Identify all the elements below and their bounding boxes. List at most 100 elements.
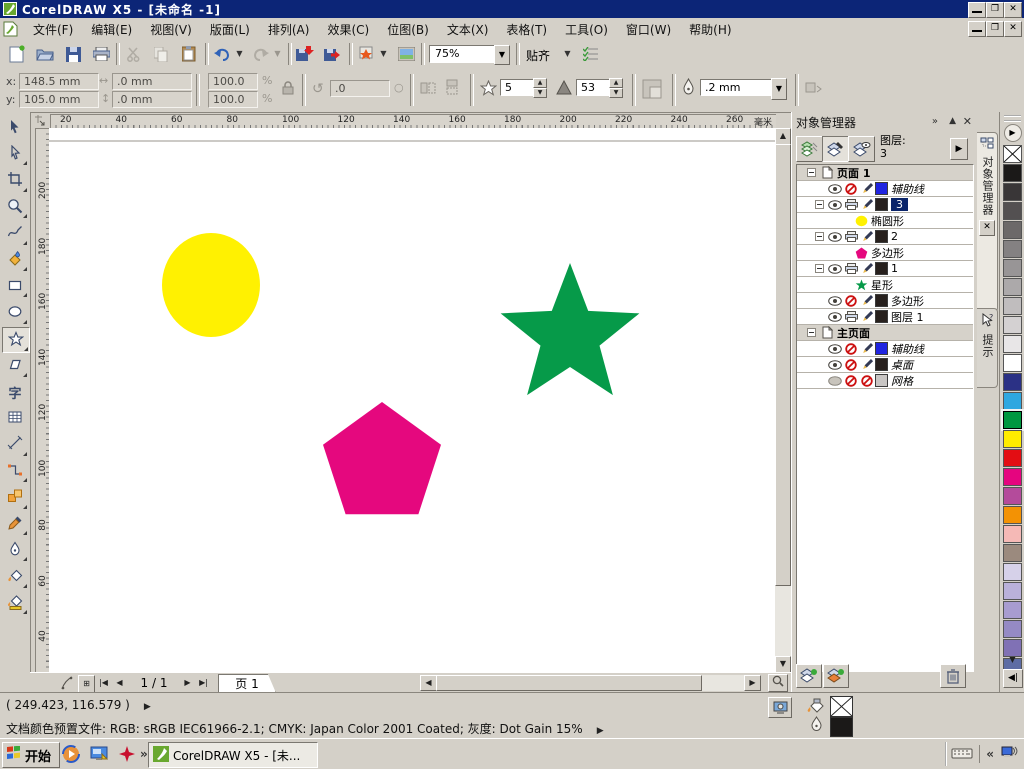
edit-across-layers-button[interactable] (822, 136, 849, 162)
horizontal-scrollbar[interactable]: ◀ ▶ (420, 675, 761, 691)
fill-tool[interactable] (2, 564, 28, 589)
text-wrap-icon[interactable] (642, 79, 662, 102)
edit-pencil-icon[interactable] (859, 230, 875, 243)
color-eyedropper-tool[interactable] (2, 512, 28, 536)
menu-item-6[interactable]: 位图(B) (378, 18, 438, 41)
horizontal-scroll-thumb[interactable] (436, 675, 702, 691)
outline-width-arrow-icon[interactable]: ▼ (771, 78, 787, 100)
options-icon[interactable] (580, 43, 602, 65)
rotation-field[interactable]: .0 (330, 80, 390, 97)
print-enabled-icon[interactable] (843, 231, 859, 242)
restore-button[interactable]: ❐ (986, 2, 1004, 18)
shape-tool[interactable] (2, 142, 28, 167)
page-tab[interactable]: 页 1 (218, 674, 276, 693)
print-icon[interactable] (90, 43, 112, 65)
tab-object-manager[interactable]: 对象管理器 ✕ (977, 132, 998, 312)
show-object-properties-button[interactable] (796, 136, 823, 162)
media-player-icon[interactable] (60, 744, 82, 764)
menu-item-7[interactable]: 文本(X) (438, 18, 498, 41)
desktop-icon[interactable] (88, 744, 110, 764)
menu-item-4[interactable]: 排列(A) (259, 18, 319, 41)
layer-color-swatch[interactable] (875, 310, 888, 323)
star-points-spinner[interactable]: ▲ ▼ (533, 78, 547, 98)
menu-item-3[interactable]: 版面(L) (201, 18, 259, 41)
app-launcher-dropdown-icon[interactable]: ▼ (378, 43, 389, 65)
print-enabled-icon[interactable] (843, 199, 859, 210)
corel-quicklaunch-icon[interactable] (116, 744, 138, 764)
color-swatch[interactable] (1003, 563, 1022, 581)
scroll-right-icon[interactable]: ▶ (744, 675, 761, 691)
zoom-level-combo[interactable]: 75% (429, 45, 500, 63)
palette-scroll-down-icon[interactable]: ▼ (1005, 655, 1020, 664)
app-launcher-icon[interactable] (355, 43, 377, 65)
undo-dropdown-icon[interactable]: ▼ (234, 43, 245, 65)
add-page-left-icon[interactable]: ⊞ (78, 675, 95, 693)
print-enabled-icon[interactable] (843, 311, 859, 322)
color-swatch[interactable] (1003, 601, 1022, 619)
visibility-eye-icon[interactable] (827, 375, 843, 386)
tray-collapse-icon[interactable]: « (986, 747, 994, 761)
pentagon-shape[interactable] (323, 402, 441, 515)
zoom-combo-arrow-icon[interactable]: ▼ (494, 45, 510, 65)
redo-icon[interactable] (249, 43, 271, 65)
freehand-tool[interactable] (2, 221, 28, 246)
open-icon[interactable] (34, 43, 56, 65)
scroll-down-icon[interactable]: ▼ (775, 656, 791, 673)
color-swatch[interactable] (1003, 506, 1022, 524)
object-star-icon[interactable] (853, 279, 869, 291)
outline-width-combo[interactable]: .2 mm (700, 79, 776, 96)
mirror-vertical-icon[interactable] (444, 79, 462, 98)
menu-item-2[interactable]: 视图(V) (141, 18, 201, 41)
save-icon[interactable] (62, 43, 84, 65)
color-swatch[interactable] (1003, 392, 1022, 410)
menu-item-11[interactable]: 帮助(H) (680, 18, 740, 41)
interactive-fill-tool[interactable] (2, 591, 28, 616)
next-page-icon[interactable]: ▶ (180, 675, 195, 691)
smart-fill-tool[interactable] (2, 248, 28, 272)
visibility-eye-icon[interactable] (827, 359, 843, 370)
print-enabled-icon[interactable] (843, 263, 859, 274)
docker-chevron-icon[interactable]: » (932, 116, 938, 127)
layer-manager-view-button[interactable] (848, 136, 875, 162)
tree-layer-row[interactable]: 3 (797, 197, 973, 213)
table-tool[interactable] (2, 406, 28, 431)
delete-layer-button[interactable] (940, 664, 966, 688)
scale-y-field[interactable]: 100.0 (208, 91, 258, 108)
palette-grip[interactable] (1004, 115, 1021, 122)
color-swatch[interactable] (1003, 183, 1022, 201)
layer-color-swatch[interactable] (875, 294, 888, 307)
layer-color-swatch[interactable] (875, 230, 888, 243)
docker-close-icon[interactable]: ✕ (963, 115, 972, 128)
start-button[interactable]: 开始 (2, 742, 60, 768)
object-pentagon-icon[interactable] (853, 247, 869, 259)
tree-layer-row[interactable]: 网格 (797, 373, 973, 389)
export-icon[interactable] (322, 43, 344, 65)
star-shape[interactable] (500, 263, 640, 396)
task-button-coreldraw[interactable]: CorelDRAW X5 - [未... (148, 742, 318, 768)
keyboard-tray-icon[interactable] (951, 746, 973, 763)
edit-pencil-icon[interactable] (859, 310, 875, 323)
color-swatch[interactable] (1003, 278, 1022, 296)
print-disabled-icon[interactable] (843, 182, 859, 195)
color-swatch[interactable] (1003, 487, 1022, 505)
color-swatch[interactable] (1003, 449, 1022, 467)
visibility-eye-icon[interactable] (827, 295, 843, 306)
layer-color-swatch[interactable] (875, 262, 888, 275)
network-tray-icon[interactable] (1000, 745, 1018, 764)
last-page-icon[interactable]: ▶| (196, 675, 211, 691)
star-points-field[interactable]: 5 (500, 79, 536, 96)
tree-layer-row[interactable]: 图层 1 (797, 309, 973, 325)
edit-pencil-icon[interactable] (859, 182, 875, 195)
ellipse-shape[interactable] (162, 233, 260, 337)
docker-collapse-icon[interactable]: ▲ (949, 116, 956, 126)
snap-to-button[interactable]: 贴齐 (526, 47, 550, 64)
visibility-eye-icon[interactable] (827, 343, 843, 354)
polygon-star-tool[interactable] (2, 327, 30, 354)
visibility-eye-icon[interactable] (827, 183, 843, 194)
menu-item-5[interactable]: 效果(C) (318, 18, 378, 41)
print-disabled-icon[interactable] (843, 342, 859, 355)
layer-color-swatch[interactable] (875, 342, 888, 355)
tree-object-row[interactable]: 椭圆形 (797, 213, 973, 229)
outline-pen-tool[interactable] (2, 538, 28, 563)
object-height-field[interactable]: .0 mm (112, 91, 192, 108)
